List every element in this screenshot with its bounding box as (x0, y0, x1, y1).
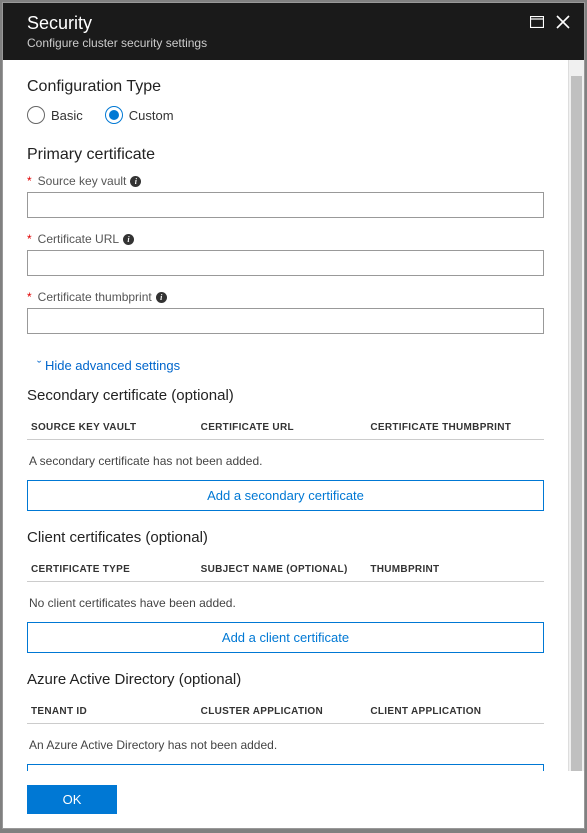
aad-headers: TENANT ID CLUSTER APPLICATION CLIENT APP… (27, 700, 544, 724)
close-icon[interactable] (556, 15, 570, 29)
source-key-vault-input[interactable] (27, 192, 544, 218)
blade-header: Security Configure cluster security sett… (3, 3, 584, 60)
radio-basic-indicator (27, 106, 45, 124)
col-cluster-app: CLUSTER APPLICATION (201, 706, 371, 717)
col-cert-thumbprint: CERTIFICATE THUMBPRINT (370, 422, 540, 433)
cert-url-input[interactable] (27, 250, 544, 276)
secondary-cert-headers: SOURCE KEY VAULT CERTIFICATE URL CERTIFI… (27, 416, 544, 440)
col-cert-type: CERTIFICATE TYPE (31, 564, 201, 575)
cert-thumbprint-input[interactable] (27, 308, 544, 334)
radio-custom[interactable]: Custom (105, 106, 174, 124)
radio-basic-label: Basic (51, 108, 83, 123)
vertical-scrollbar[interactable] (568, 60, 584, 771)
secondary-cert-empty: A secondary certificate has not been add… (27, 440, 544, 480)
info-icon[interactable]: i (156, 292, 167, 303)
scrollbar-thumb[interactable] (571, 76, 582, 771)
config-type-radios: Basic Custom (27, 106, 544, 124)
config-type-title: Configuration Type (27, 78, 544, 96)
secondary-cert-title: Secondary certificate (optional) (27, 387, 544, 404)
cert-thumbprint-label-text: Certificate thumbprint (38, 290, 152, 304)
radio-custom-label: Custom (129, 108, 174, 123)
page-subtitle: Configure cluster security settings (27, 36, 207, 50)
col-source-key-vault: SOURCE KEY VAULT (31, 422, 201, 433)
col-client-app: CLIENT APPLICATION (370, 706, 540, 717)
primary-cert-title: Primary certificate (27, 146, 544, 164)
col-thumbprint: THUMBPRINT (370, 564, 540, 575)
ok-button[interactable]: OK (27, 785, 117, 814)
page-title: Security (27, 13, 207, 34)
radio-custom-indicator (105, 106, 123, 124)
client-certs-empty: No client certificates have been added. (27, 582, 544, 622)
client-certs-headers: CERTIFICATE TYPE SUBJECT NAME (OPTIONAL)… (27, 558, 544, 582)
cert-thumbprint-label: * Certificate thumbprint i (27, 290, 544, 304)
aad-title: Azure Active Directory (optional) (27, 671, 544, 688)
col-cert-url: CERTIFICATE URL (201, 422, 371, 433)
add-client-cert-button[interactable]: Add a client certificate (27, 622, 544, 653)
blade-footer: OK (3, 771, 584, 828)
add-aad-button[interactable]: Add an Azure Active Directory (27, 764, 544, 771)
restore-icon[interactable] (530, 16, 544, 28)
col-subject-name: SUBJECT NAME (OPTIONAL) (201, 564, 371, 575)
source-key-vault-label: * Source key vault i (27, 174, 544, 188)
cert-url-label: * Certificate URL i (27, 232, 544, 246)
client-certs-title: Client certificates (optional) (27, 529, 544, 546)
add-secondary-cert-button[interactable]: Add a secondary certificate (27, 480, 544, 511)
hide-advanced-link[interactable]: ˇ Hide advanced settings (37, 358, 180, 373)
security-blade: Security Configure cluster security sett… (2, 2, 585, 829)
source-key-vault-label-text: Source key vault (38, 174, 127, 188)
col-tenant-id: TENANT ID (31, 706, 201, 717)
info-icon[interactable]: i (123, 234, 134, 245)
radio-basic[interactable]: Basic (27, 106, 83, 124)
cert-url-label-text: Certificate URL (38, 232, 119, 246)
aad-empty: An Azure Active Directory has not been a… (27, 724, 544, 764)
info-icon[interactable]: i (130, 176, 141, 187)
blade-content: Configuration Type Basic Custom Primary … (3, 60, 568, 771)
